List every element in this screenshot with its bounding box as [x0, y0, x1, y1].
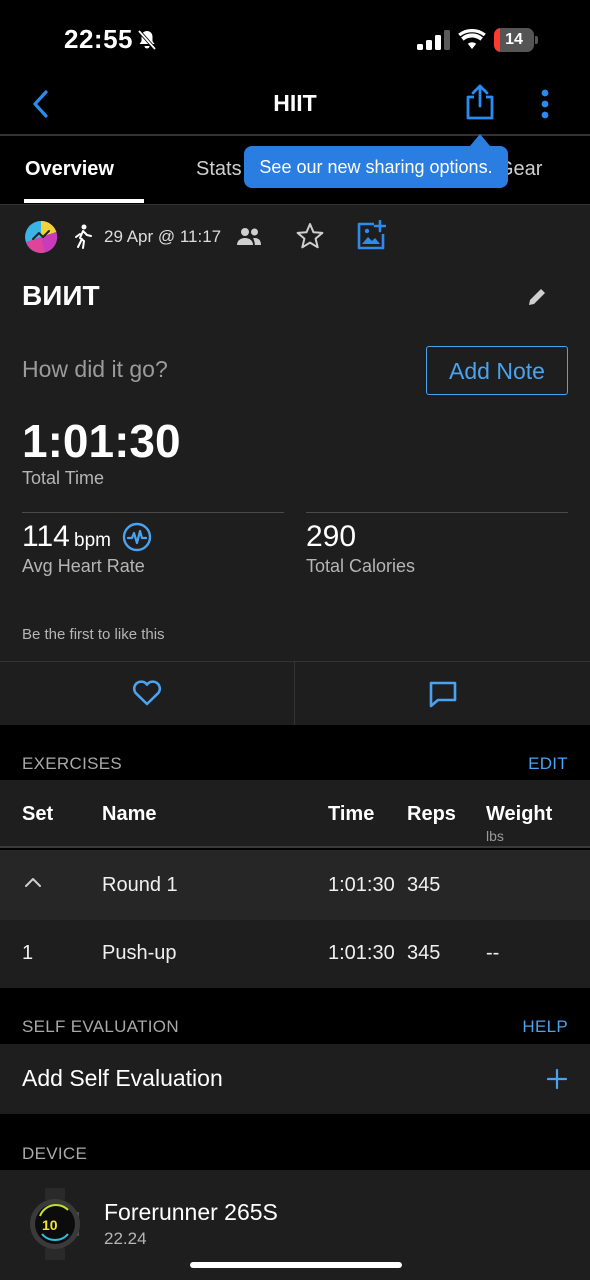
column-weight-unit: lbs	[486, 828, 504, 844]
bell-off-icon	[137, 29, 157, 51]
avg-heart-rate-value: 114	[22, 520, 70, 553]
column-weight: Weight	[486, 803, 553, 825]
edit-exercises-link[interactable]: EDIT	[528, 754, 568, 774]
activity-date: 29 Apr @ 11:17	[104, 227, 222, 246]
device-name: Forerunner 265S	[104, 1199, 278, 1225]
tooltip-arrow	[470, 134, 490, 146]
row-reps: 345	[407, 942, 441, 964]
heart-rate-zones-icon[interactable]	[122, 522, 152, 552]
sharing-tooltip[interactable]: See our new sharing options.	[244, 146, 508, 188]
wifi-icon	[458, 28, 486, 49]
round-name: Round 1	[102, 874, 178, 896]
row-weight: --	[486, 942, 500, 964]
round-time: 1:01:30	[328, 874, 395, 896]
device-section-label: DEVICE	[22, 1144, 88, 1163]
status-time: 22:55	[64, 24, 133, 54]
watch-face-digits: 10	[42, 1217, 58, 1233]
share-icon[interactable]	[464, 84, 496, 120]
column-set: Set	[22, 803, 54, 825]
total-calories-value: 290	[306, 520, 357, 553]
action-divider	[294, 661, 295, 725]
comment-icon[interactable]	[428, 680, 458, 708]
round-row[interactable]	[0, 850, 590, 920]
stats-divider-right	[306, 512, 568, 513]
watch-image: 10	[30, 1188, 80, 1260]
battery-icon: 14	[494, 28, 538, 52]
row-name: Push-up	[102, 942, 177, 964]
nav-divider	[0, 134, 590, 136]
stats-divider-left	[22, 512, 284, 513]
total-time-value: 1:01:30	[22, 415, 181, 467]
tab-stats[interactable]: Stats	[196, 158, 242, 181]
heart-icon[interactable]	[132, 680, 162, 706]
self-evaluation-section-label: SELF EVALUATION	[22, 1017, 179, 1036]
row-set: 1	[22, 942, 34, 964]
total-calories-label: Total Calories	[306, 556, 416, 576]
device-version: 22.24	[104, 1229, 147, 1248]
column-reps: Reps	[407, 803, 456, 825]
avg-heart-rate-unit: bpm	[74, 530, 111, 551]
table-row[interactable]	[0, 920, 590, 988]
total-time-label: Total Time	[22, 468, 105, 488]
more-vertical-icon[interactable]	[530, 88, 560, 120]
walking-icon	[75, 224, 92, 249]
activity-title: ВИИТ	[22, 280, 100, 311]
exercises-section-label: EXERCISES	[22, 754, 123, 773]
social-action-row	[0, 661, 590, 725]
like-status-text: Be the first to like this	[22, 626, 165, 643]
column-name: Name	[102, 803, 157, 825]
avg-heart-rate-label: Avg Heart Rate	[22, 556, 145, 576]
add-self-evaluation-label: Add Self Evaluation	[22, 1065, 223, 1091]
how-did-it-go-prompt: How did it go?	[22, 356, 168, 382]
active-tab-indicator	[24, 199, 144, 203]
add-photo-icon[interactable]	[356, 220, 386, 250]
star-icon[interactable]	[296, 222, 324, 250]
edit-pencil-icon[interactable]	[526, 286, 548, 308]
row-time: 1:01:30	[328, 942, 395, 964]
help-link[interactable]: HELP	[522, 1017, 568, 1037]
cellular-signal-icon	[417, 30, 450, 50]
column-time: Time	[328, 803, 375, 825]
home-indicator	[190, 1262, 402, 1268]
battery-level: 14	[505, 31, 523, 48]
plus-icon[interactable]	[546, 1068, 568, 1090]
people-icon[interactable]	[236, 226, 262, 248]
activity-type-icon	[25, 220, 58, 253]
round-reps: 345	[407, 874, 441, 896]
tab-overview[interactable]: Overview	[25, 158, 114, 181]
chevron-up-icon[interactable]	[24, 876, 42, 888]
nav-title: HIIT	[273, 90, 317, 116]
add-note-button[interactable]: Add Note	[426, 346, 568, 395]
